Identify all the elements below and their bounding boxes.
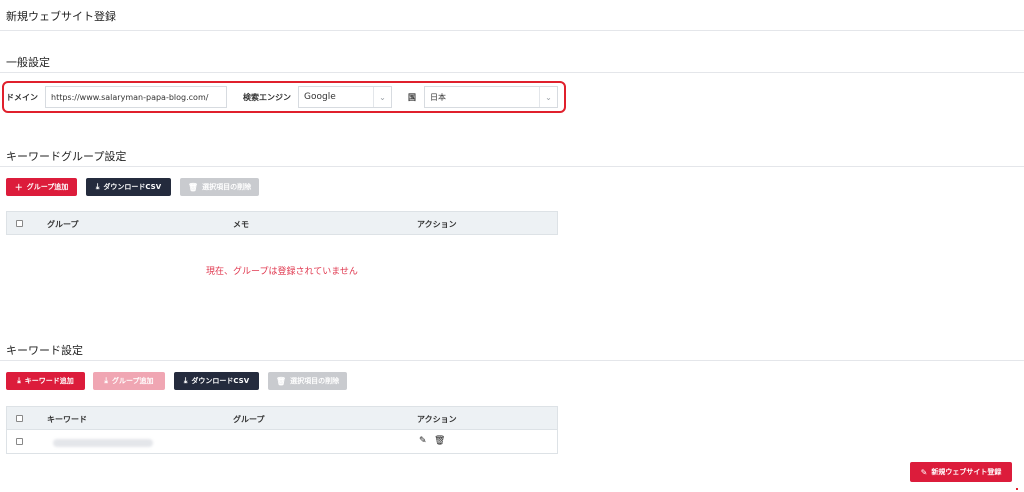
select-all-checkbox[interactable] bbox=[16, 415, 23, 422]
column-header: キーワード bbox=[47, 415, 87, 424]
keyword-delete-selected-button[interactable]: 🗑 選択項目の削除 bbox=[268, 372, 347, 390]
general-divider bbox=[0, 72, 1024, 73]
trash-icon: 🗑 bbox=[187, 182, 199, 192]
download-icon: ⤓ bbox=[95, 182, 100, 191]
group-section-title: キーワードグループ設定 bbox=[6, 150, 127, 163]
trash-icon[interactable]: 🗑 bbox=[434, 436, 445, 446]
search-engine-label: 検索エンジン bbox=[243, 93, 291, 102]
keyword-divider bbox=[0, 360, 1024, 361]
add-group-button[interactable]: ＋ グループ追加 bbox=[6, 178, 77, 196]
column-header: アクション bbox=[417, 220, 457, 229]
keyword-download-csv-button[interactable]: ⤓ ダウンロードCSV bbox=[174, 372, 259, 390]
download-icon: ⤓ bbox=[104, 376, 108, 385]
chevron-down-icon: ⌄ bbox=[373, 87, 391, 107]
download-icon: ⤓ bbox=[183, 376, 188, 385]
group-divider bbox=[0, 166, 1024, 167]
domain-input-value: https://www.salaryman-papa-blog.com/ bbox=[51, 92, 209, 102]
page-title: 新規ウェブサイト登録 bbox=[6, 10, 116, 23]
group-download-csv-button[interactable]: ⤓ ダウンロードCSV bbox=[86, 178, 171, 196]
plus-icon: ＋ bbox=[14, 182, 23, 192]
corner-mark bbox=[1016, 488, 1018, 490]
column-header: グループ bbox=[47, 220, 79, 229]
edit-square-icon: ✎ bbox=[920, 467, 928, 477]
group-table-header: グループ メモ アクション bbox=[6, 211, 558, 235]
group-empty-message: 現在、グループは登録されていません bbox=[206, 267, 358, 277]
column-header: グループ bbox=[233, 415, 265, 424]
register-website-button[interactable]: ✎ 新規ウェブサイト登録 bbox=[910, 462, 1012, 482]
search-engine-value: Google bbox=[304, 92, 336, 102]
trash-icon: 🗑 bbox=[275, 376, 287, 386]
column-header: アクション bbox=[417, 415, 457, 424]
table-row: ✎ 🗑 bbox=[6, 430, 558, 454]
select-all-checkbox[interactable] bbox=[16, 220, 23, 227]
keyword-section-title: キーワード設定 bbox=[6, 344, 83, 357]
country-select[interactable]: 日本 ⌄ bbox=[424, 86, 558, 108]
group-delete-selected-button[interactable]: 🗑 選択項目の削除 bbox=[180, 178, 259, 196]
download-icon: ⤓ bbox=[17, 376, 21, 385]
keyword-table-header: キーワード グループ アクション bbox=[6, 406, 558, 430]
column-header: メモ bbox=[233, 220, 249, 229]
pencil-icon[interactable]: ✎ bbox=[419, 436, 427, 446]
general-section-title: 一般設定 bbox=[6, 56, 50, 69]
keyword-add-group-button[interactable]: ⤓ グループ追加 bbox=[93, 372, 165, 390]
country-value: 日本 bbox=[430, 92, 446, 102]
add-keyword-button[interactable]: ⤓ キーワード追加 bbox=[6, 372, 85, 390]
domain-label: ドメイン bbox=[6, 93, 38, 102]
country-label: 国 bbox=[408, 93, 416, 102]
domain-input[interactable]: https://www.salaryman-papa-blog.com/ bbox=[45, 86, 227, 108]
header-divider bbox=[0, 30, 1024, 31]
keyword-cell-redacted bbox=[53, 439, 153, 447]
row-checkbox[interactable] bbox=[16, 438, 23, 445]
search-engine-select[interactable]: Google ⌄ bbox=[298, 86, 392, 108]
chevron-down-icon: ⌄ bbox=[539, 87, 557, 107]
